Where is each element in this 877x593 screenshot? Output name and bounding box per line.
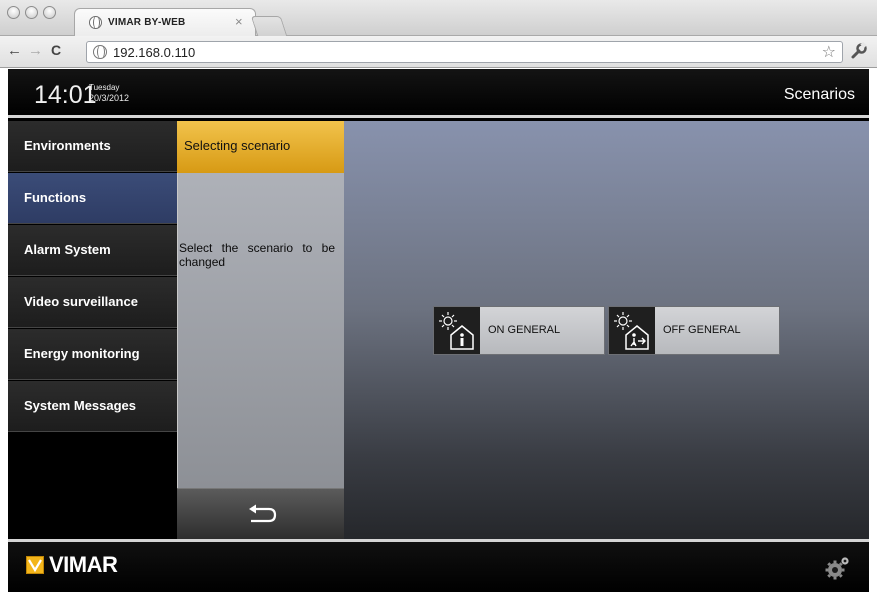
- page-title: Scenarios: [783, 86, 855, 103]
- gears-icon[interactable]: [825, 555, 851, 581]
- minimize-window-button[interactable]: [25, 6, 38, 19]
- scenario-on-general-button[interactable]: ON GENERAL: [433, 306, 605, 355]
- new-tab-button[interactable]: [250, 16, 288, 36]
- clock-time: 14:01: [34, 81, 97, 109]
- selection-panel: Selecting scenario Select the scenario t…: [177, 121, 344, 539]
- address-url: 192.168.0.110: [113, 45, 196, 60]
- browser-tab[interactable]: VIMAR BY-WEB ×: [74, 8, 256, 37]
- vimar-logo-icon: [26, 556, 44, 574]
- app-footer: VIMAR: [8, 539, 869, 592]
- reload-button[interactable]: C: [51, 42, 61, 58]
- site-info-icon[interactable]: [93, 45, 107, 59]
- menu-item-alarm-system[interactable]: Alarm System: [8, 225, 177, 276]
- back-button[interactable]: ←: [7, 42, 22, 59]
- close-window-button[interactable]: [7, 6, 20, 19]
- brand-name: VIMAR: [49, 552, 118, 577]
- panel-instruction: Select the scenario to be changed: [179, 241, 335, 269]
- menu-item-environments[interactable]: Environments: [8, 121, 177, 172]
- main-menu: Environments Functions Alarm System Vide…: [8, 121, 177, 539]
- scenario-label: OFF GENERAL: [663, 324, 741, 336]
- close-tab-icon[interactable]: ×: [235, 14, 243, 29]
- day-name: Tuesday: [89, 83, 120, 92]
- menu-item-video-surveillance[interactable]: Video surveillance: [8, 277, 177, 328]
- menu-item-energy-monitoring[interactable]: Energy monitoring: [8, 329, 177, 380]
- sun-house-enter-icon: [434, 307, 480, 354]
- app-header: 14:01 Tuesday 20/3/2012 Scenarios: [8, 69, 869, 118]
- wrench-icon[interactable]: [850, 42, 868, 60]
- zoom-window-button[interactable]: [43, 6, 56, 19]
- address-bar[interactable]: 192.168.0.110 ☆: [86, 41, 843, 63]
- scenario-off-general-button[interactable]: OFF GENERAL: [608, 306, 780, 355]
- scenario-label: ON GENERAL: [488, 324, 561, 336]
- back-button-app[interactable]: [177, 488, 344, 539]
- menu-item-system-messages[interactable]: System Messages: [8, 381, 177, 432]
- globe-icon: [89, 16, 102, 29]
- scenario-stage: ON GENERAL OFF GENERAL: [344, 121, 869, 539]
- sun-house-exit-icon: [609, 307, 655, 354]
- vimar-app: 14:01 Tuesday 20/3/2012 Scenarios Enviro…: [8, 69, 869, 592]
- return-arrow-icon: [249, 504, 277, 523]
- bookmark-star-icon[interactable]: ☆: [822, 42, 836, 62]
- browser-toolbar: ← → C 192.168.0.110 ☆: [0, 36, 877, 68]
- forward-button[interactable]: →: [28, 42, 43, 59]
- date-value: 20/3/2012: [89, 93, 130, 103]
- panel-body: Select the scenario to be changed: [177, 173, 344, 488]
- tab-title: VIMAR BY-WEB: [108, 17, 186, 28]
- panel-heading: Selecting scenario: [177, 121, 344, 173]
- browser-titlebar: VIMAR BY-WEB ×: [0, 0, 877, 37]
- menu-item-functions[interactable]: Functions: [8, 173, 177, 224]
